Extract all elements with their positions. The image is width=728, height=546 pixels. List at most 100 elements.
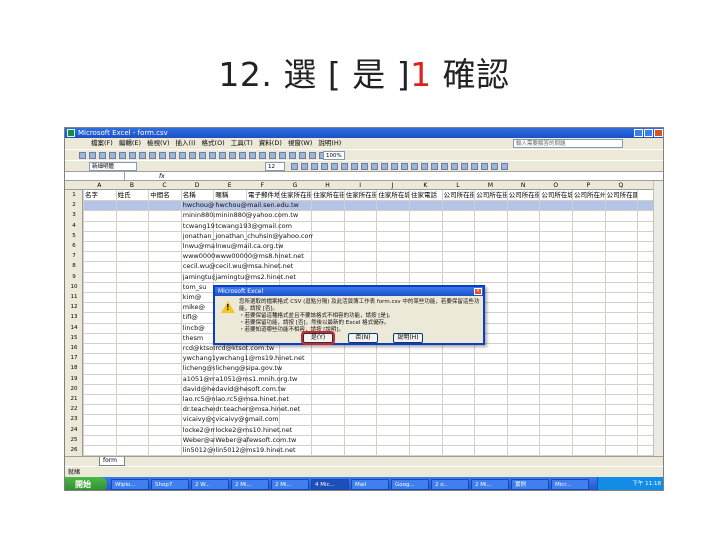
menu-item[interactable]: 編輯(E) <box>119 138 141 149</box>
email-cell-d[interactable]: jonathan_chuhsin@ra <box>183 231 216 241</box>
header-cell[interactable]: 名稱 <box>183 190 214 200</box>
column-header[interactable]: K <box>409 181 442 190</box>
toolbar-button-icon[interactable] <box>249 152 256 159</box>
email-cell-d[interactable]: mike@ <box>183 302 205 312</box>
header-cell[interactable]: 住家所在街道 <box>281 190 312 200</box>
email-cell-e[interactable]: locke2@ms10.hinet.net <box>215 425 292 435</box>
row-number[interactable]: 4 <box>65 221 83 231</box>
row-number[interactable]: 8 <box>65 261 83 271</box>
toolbar-button-icon[interactable] <box>219 152 226 159</box>
row-number[interactable]: 11 <box>65 292 83 302</box>
row-number[interactable]: 2 <box>65 200 83 210</box>
taskbar-window-button[interactable]: 2 W... <box>191 479 229 490</box>
email-cell-e[interactable]: licheng@sipa.gov.tw <box>215 363 282 373</box>
email-cell-e[interactable]: www00000@ms8.hinet.net <box>215 251 303 261</box>
row-number[interactable]: 19 <box>65 374 83 384</box>
toolbar-button-icon[interactable] <box>159 152 166 159</box>
minimize-icon[interactable] <box>634 129 643 137</box>
format-button-icon[interactable] <box>301 163 308 170</box>
email-cell-d[interactable]: lao.rc5@msa.hinet.net <box>183 394 216 404</box>
header-cell[interactable]: 電子郵件地址 <box>248 190 279 200</box>
column-header[interactable]: M <box>474 181 507 190</box>
email-cell-e[interactable]: dr.teacher@msa.hinet.net <box>215 404 300 414</box>
header-cell[interactable]: 中間名 <box>150 190 181 200</box>
zoom-select[interactable]: 100% <box>323 151 345 160</box>
column-header[interactable]: C <box>148 181 181 190</box>
format-button-icon[interactable] <box>311 163 318 170</box>
email-cell-d[interactable]: cecil.wu@msa.hinet.ne <box>183 261 216 271</box>
email-cell-e[interactable]: lin5012@ms19.hinet.net <box>215 445 295 455</box>
toolbar-button-icon[interactable] <box>289 152 296 159</box>
email-cell-e[interactable]: a1051@ms1.mnih.org.tw <box>215 374 297 384</box>
row-number[interactable]: 12 <box>65 302 83 312</box>
email-cell-d[interactable]: dr.teacher@msa.hinet.ne <box>183 404 216 414</box>
toolbar-button-icon[interactable] <box>149 152 156 159</box>
email-cell-d[interactable]: ywchang1@ms19.hinet <box>183 353 216 363</box>
email-cell-d[interactable]: jamingtu@ms2.hinet.ne <box>183 272 216 282</box>
menu-item[interactable]: 檔案(F) <box>91 138 113 149</box>
start-button[interactable]: 開始 <box>65 477 107 490</box>
format-button-icon[interactable] <box>381 163 388 170</box>
menu-item[interactable]: 說明(H) <box>318 138 341 149</box>
column-header[interactable]: G <box>279 181 312 190</box>
row-number[interactable]: 20 <box>65 384 83 394</box>
toolbar-button-icon[interactable] <box>109 152 116 159</box>
menu-item[interactable]: 工具(T) <box>231 138 253 149</box>
column-header[interactable]: B <box>116 181 149 190</box>
menu-item[interactable]: 插入(I) <box>176 138 196 149</box>
toolbar-button-icon[interactable] <box>239 152 246 159</box>
column-header[interactable]: F <box>246 181 279 190</box>
vertical-scrollbar[interactable] <box>653 181 663 456</box>
toolbar-button-icon[interactable] <box>79 152 86 159</box>
email-cell-d[interactable]: kim@ <box>183 292 201 302</box>
row-number[interactable]: 16 <box>65 343 83 353</box>
email-cell-e[interactable]: minin880@yahoo.com.tw <box>215 210 298 220</box>
email-cell-e[interactable]: lao.rc5@msa.hinet.net <box>215 394 289 404</box>
email-cell-e[interactable]: vicaivy@gmail.com <box>215 414 278 424</box>
format-button-icon[interactable] <box>501 163 508 170</box>
maximize-icon[interactable] <box>644 129 653 137</box>
dialog-close-icon[interactable]: × <box>474 288 482 295</box>
row-number[interactable]: 7 <box>65 251 83 261</box>
email-cell-d[interactable]: hwchou@mail.sen.edu.tw <box>183 200 216 210</box>
taskbar-window-button[interactable]: Goog... <box>391 479 429 490</box>
toolbar-button-icon[interactable] <box>99 152 106 159</box>
column-header[interactable]: I <box>344 181 377 190</box>
yes-button[interactable]: 是(Y) <box>301 331 335 345</box>
email-cell-e[interactable]: cecil.wu@msa.hinet.net <box>215 261 293 271</box>
column-header[interactable]: E <box>213 181 246 190</box>
toolbar-button-icon[interactable] <box>229 152 236 159</box>
toolbar-button-icon[interactable] <box>119 152 126 159</box>
email-cell-e[interactable]: lnwu@mail.ca.org.tw <box>215 241 283 251</box>
menu-item[interactable]: 視窗(W) <box>288 138 313 149</box>
row-number[interactable]: 25 <box>65 435 83 445</box>
email-cell-d[interactable]: lincb@ <box>183 323 205 333</box>
email-cell-d[interactable]: www00000@ms8.hinet <box>183 251 216 261</box>
format-button-icon[interactable] <box>331 163 338 170</box>
row-number[interactable]: 6 <box>65 241 83 251</box>
toolbar-button-icon[interactable] <box>279 152 286 159</box>
format-button-icon[interactable] <box>321 163 328 170</box>
email-cell-d[interactable]: lnwu@mail.ca.org.tw <box>183 241 216 251</box>
menu-item[interactable]: 檢視(V) <box>147 138 170 149</box>
toolbar-button-icon[interactable] <box>309 152 316 159</box>
email-cell-d[interactable]: Weber@afewsoft.com.tw <box>183 435 216 445</box>
help-button[interactable]: 說明(H) <box>393 333 423 343</box>
email-cell-e[interactable]: jonathan_chuhsin@yahoo.com <box>215 231 313 241</box>
toolbar-button-icon[interactable] <box>169 152 176 159</box>
row-number[interactable]: 21 <box>65 394 83 404</box>
row-number[interactable]: 23 <box>65 414 83 424</box>
format-button-icon[interactable] <box>441 163 448 170</box>
column-header[interactable]: A <box>83 181 116 190</box>
row-number[interactable]: 26 <box>65 445 83 455</box>
email-cell-d[interactable]: vicaivy@gmail.com <box>183 414 216 424</box>
email-cell-d[interactable]: minin880@yahoo.com.tw <box>183 210 216 220</box>
header-cell[interactable]: 住家電話 <box>411 190 442 200</box>
format-button-icon[interactable] <box>471 163 478 170</box>
toolbar-button-icon[interactable] <box>269 152 276 159</box>
taskbar-window-button[interactable]: Mail <box>351 479 389 490</box>
row-number[interactable]: 13 <box>65 312 83 322</box>
header-cell[interactable]: 住家所在城市 <box>378 190 409 200</box>
taskbar-window-button[interactable]: 2 Mi... <box>271 479 309 490</box>
taskbar-window-button[interactable]: Micr... <box>551 479 589 490</box>
